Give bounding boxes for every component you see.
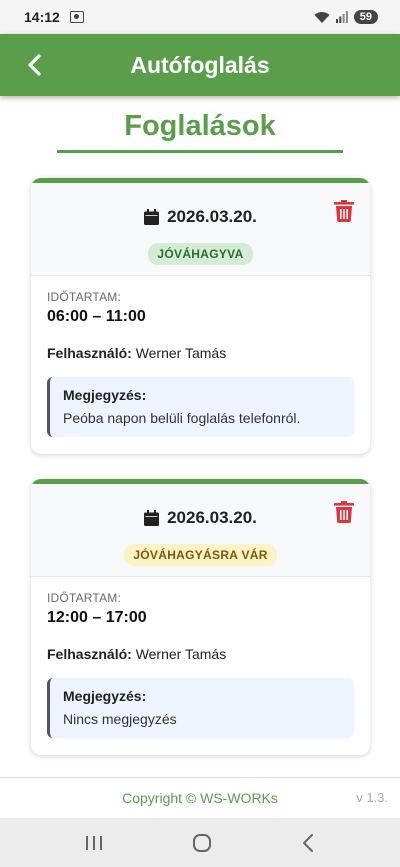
note-label: Megjegyzés: xyxy=(63,387,147,403)
app-header: Autófoglalás xyxy=(0,34,400,96)
status-bar: 14:12 59 xyxy=(0,0,400,34)
status-badge-wrap: JÓVÁHAGYVA xyxy=(31,243,370,265)
booking-card-header: 2026.03.20. JÓVÁHAGYVA xyxy=(31,183,370,276)
status-badge-wrap: JÓVÁHAGYÁSRA VÁR xyxy=(31,544,370,566)
booking-card: 2026.03.20. JÓVÁHAGYVA IDŐTARTAM: 06:00 … xyxy=(31,178,370,454)
user-row: Felhasználó: Werner Tamás xyxy=(47,345,354,361)
booking-date: 2026.03.20. xyxy=(167,508,257,527)
booking-date-row: 2026.03.20. xyxy=(31,207,370,227)
status-badge: JÓVÁHAGYÁSRA VÁR xyxy=(124,544,277,566)
note-label: Megjegyzés: xyxy=(63,688,147,704)
wifi-icon xyxy=(314,11,330,23)
back-nav-icon[interactable] xyxy=(301,833,315,852)
battery-indicator: 59 xyxy=(353,10,378,24)
duration-label: IDŐTARTAM: xyxy=(47,591,121,605)
calendar-icon xyxy=(144,510,160,526)
calendar-icon xyxy=(144,209,160,225)
duration-label: IDŐTARTAM: xyxy=(47,290,121,304)
recent-apps-icon[interactable] xyxy=(85,835,103,851)
booking-card: 2026.03.20. JÓVÁHAGYÁSRA VÁR IDŐTARTAM: … xyxy=(31,479,370,755)
status-time: 14:12 xyxy=(24,9,60,25)
note-text: Nincs megjegyzés xyxy=(63,711,177,727)
booking-card-header: 2026.03.20. JÓVÁHAGYÁSRA VÁR xyxy=(31,484,370,577)
time-range: 06:00 – 11:00 xyxy=(47,308,146,325)
title-underline xyxy=(57,150,343,153)
note-box: Megjegyzés: Nincs megjegyzés xyxy=(47,678,354,738)
back-arrow-icon[interactable] xyxy=(22,52,48,78)
time-range: 12:00 – 17:00 xyxy=(47,609,147,626)
status-badge: JÓVÁHAGYVA xyxy=(148,243,253,265)
booking-date-row: 2026.03.20. xyxy=(31,508,370,528)
booking-card-body: IDŐTARTAM: 12:00 – 17:00 Felhasználó: We… xyxy=(31,577,370,755)
user-row: Felhasználó: Werner Tamás xyxy=(47,646,354,662)
page-title: Foglalások xyxy=(124,110,276,142)
system-nav-bar xyxy=(0,818,400,867)
booking-card-body: IDŐTARTAM: 06:00 – 11:00 Felhasználó: We… xyxy=(31,276,370,454)
note-text: Peóba napon belüli foglalás telefonról. xyxy=(63,410,301,426)
home-icon[interactable] xyxy=(192,833,212,853)
booking-date: 2026.03.20. xyxy=(167,207,257,226)
user-label: Felhasználó: xyxy=(47,646,132,662)
footer-divider xyxy=(0,777,400,778)
trash-icon[interactable] xyxy=(334,200,354,222)
user-name: Werner Tamás xyxy=(135,646,227,662)
user-label: Felhasználó: xyxy=(47,345,132,361)
status-icons: 59 xyxy=(314,10,378,24)
app-title: Autófoglalás xyxy=(130,51,270,78)
copyright-text: Copyright © WS-WORKs xyxy=(122,790,278,806)
note-box: Megjegyzés: Peóba napon belüli foglalás … xyxy=(47,377,354,437)
signal-icon xyxy=(335,11,348,23)
trash-icon[interactable] xyxy=(334,501,354,523)
version-text: v 1.3. xyxy=(356,790,388,805)
user-name: Werner Tamás xyxy=(135,345,227,361)
screen-record-icon xyxy=(69,11,84,23)
